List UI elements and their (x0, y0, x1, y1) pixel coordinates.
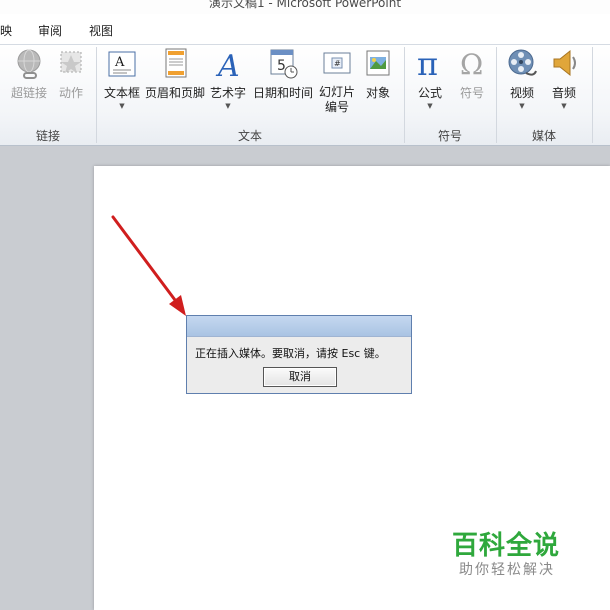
cancel-button[interactable]: 取消 (263, 367, 337, 387)
inserting-media-dialog: 正在插入媒体。要取消，请按 Esc 键。 取消 (186, 315, 412, 394)
dialog-title-bar[interactable] (187, 316, 411, 337)
watermark-subtitle: 助你轻松解决 (459, 562, 555, 578)
watermark-title: 百科全说 (452, 531, 561, 561)
annotation-arrow-icon (111, 215, 186, 316)
dialog-message: 正在插入媒体。要取消，请按 Esc 键。 (195, 347, 386, 360)
